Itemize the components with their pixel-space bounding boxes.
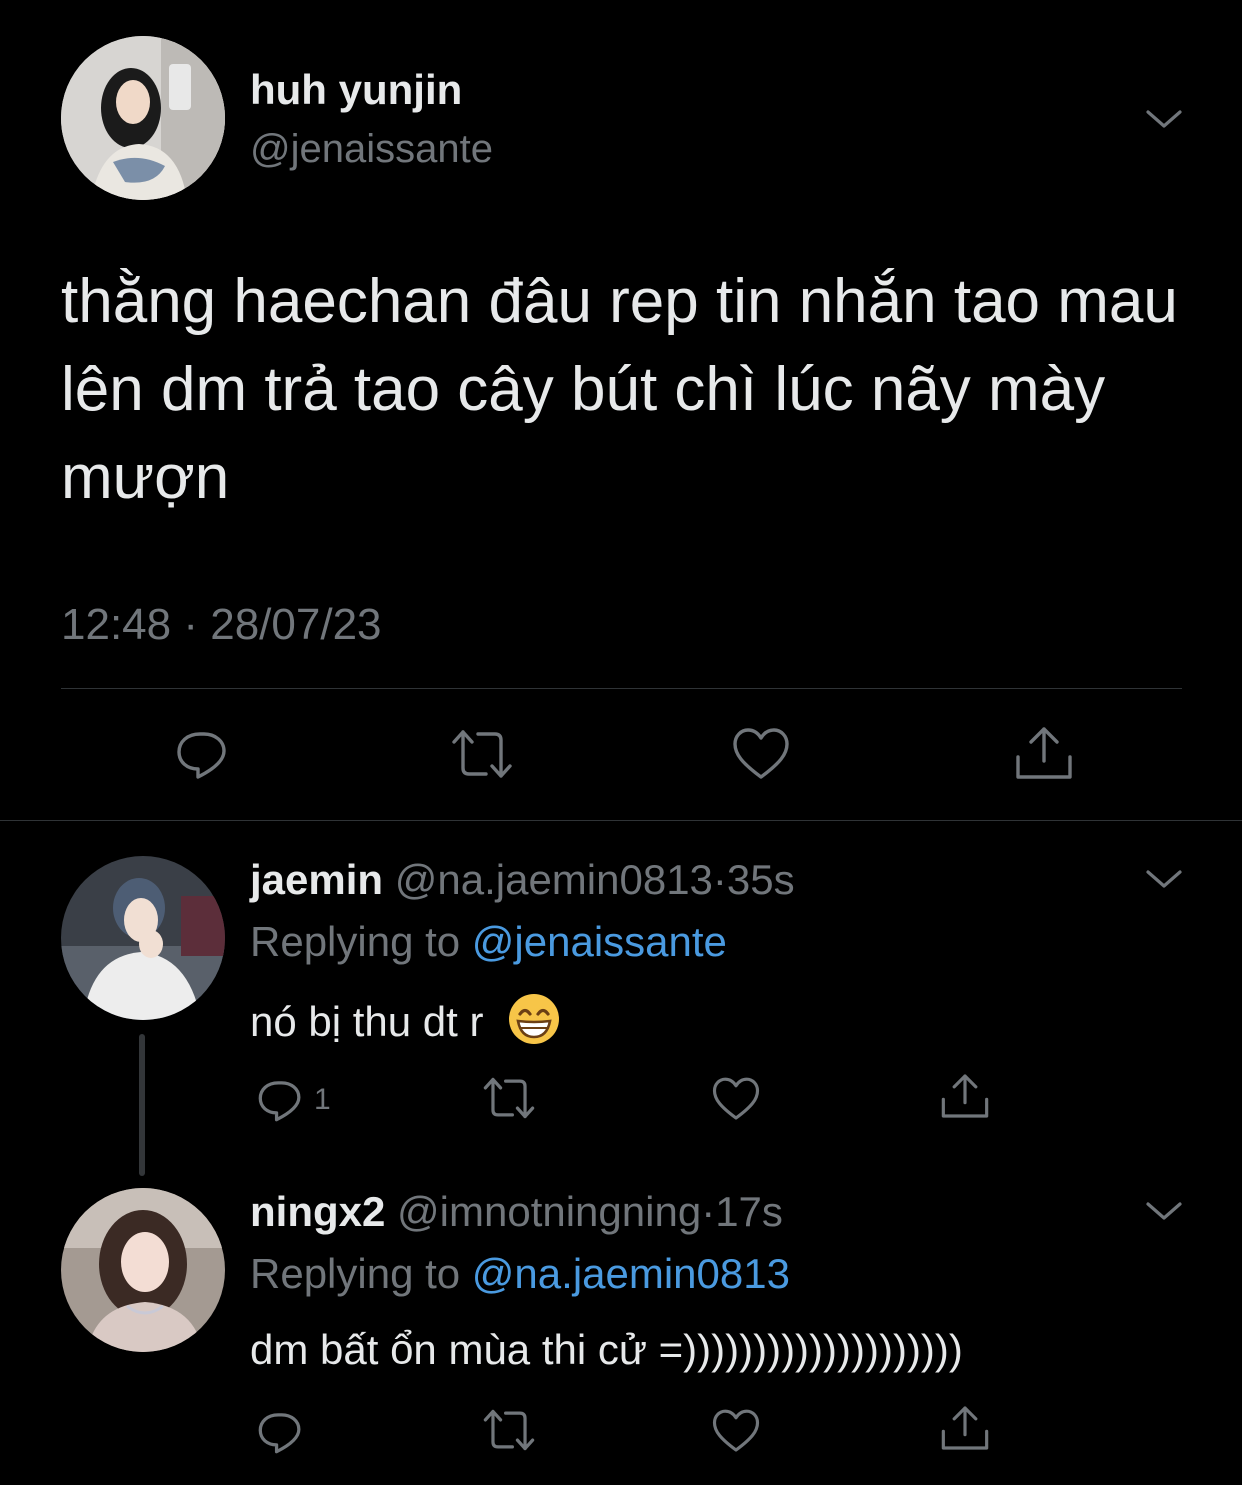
reply-icon[interactable]	[256, 1408, 304, 1456]
reply-text: dm bất ổn mùa thi cử =))))))))))))))))))…	[250, 1326, 963, 1373]
reply-author-handle[interactable]: @imnotningning	[397, 1188, 701, 1235]
thread-line	[139, 1034, 145, 1176]
avatar[interactable]	[61, 1188, 225, 1352]
replying-to-handle[interactable]: @na.jaemin0813	[472, 1250, 790, 1297]
reply-time[interactable]: 17s	[715, 1188, 783, 1235]
reply-time[interactable]: 35s	[727, 856, 795, 903]
chevron-down-icon[interactable]	[1144, 862, 1184, 896]
reply-text-row: nó bị thu dt r	[250, 992, 561, 1048]
share-icon[interactable]	[940, 1404, 990, 1452]
reply-author-handle[interactable]: @na.jaemin0813	[395, 856, 713, 903]
chevron-down-icon[interactable]	[1144, 1194, 1184, 1228]
like-icon[interactable]	[712, 1408, 760, 1454]
reply-separator: ·	[701, 1188, 716, 1235]
reply-author-name[interactable]: ningx2	[250, 1188, 385, 1235]
reply-text: nó bị thu dt r	[250, 998, 484, 1045]
reply-icon[interactable]	[256, 1076, 304, 1124]
avatar[interactable]	[61, 856, 225, 1020]
tweet-date[interactable]: 28/07/23	[210, 600, 381, 649]
grin-emoji	[507, 992, 561, 1046]
reply-header: jaemin @na.jaemin0813·35s	[250, 854, 795, 906]
replying-to-handle[interactable]: @jenaissante	[472, 918, 727, 965]
replying-to-label: Replying to	[250, 1250, 461, 1297]
like-icon[interactable]	[732, 727, 790, 781]
author-handle[interactable]: @jenaissante	[250, 124, 493, 174]
reply-separator: ·	[712, 856, 727, 903]
tweet-time: 12:48	[61, 600, 172, 649]
replying-to-label: Replying to	[250, 918, 461, 965]
retweet-icon[interactable]	[450, 728, 514, 780]
reply-author-name[interactable]: jaemin	[250, 856, 383, 903]
replying-to: Replying to @na.jaemin0813	[250, 1248, 790, 1300]
share-icon[interactable]	[1014, 725, 1074, 781]
reply-count: 1	[314, 1083, 331, 1116]
retweet-icon[interactable]	[482, 1076, 536, 1120]
divider	[0, 820, 1242, 821]
tweet-timestamp: 12:48 · 28/07/23	[61, 598, 382, 652]
reply-header: ningx2 @imnotningning·17s	[250, 1186, 783, 1238]
author-name[interactable]: huh yunjin	[250, 64, 462, 116]
avatar[interactable]	[61, 36, 225, 200]
divider	[61, 688, 1182, 689]
tweet-text: thằng haechan đâu rep tin nhắn tao mau l…	[61, 267, 1178, 512]
retweet-icon[interactable]	[482, 1408, 536, 1452]
chevron-down-icon[interactable]	[1144, 102, 1184, 136]
timestamp-separator: ·	[183, 600, 198, 649]
like-icon[interactable]	[712, 1076, 760, 1122]
share-icon[interactable]	[940, 1072, 990, 1120]
replying-to: Replying to @jenaissante	[250, 916, 727, 968]
reply-icon[interactable]	[174, 726, 230, 782]
